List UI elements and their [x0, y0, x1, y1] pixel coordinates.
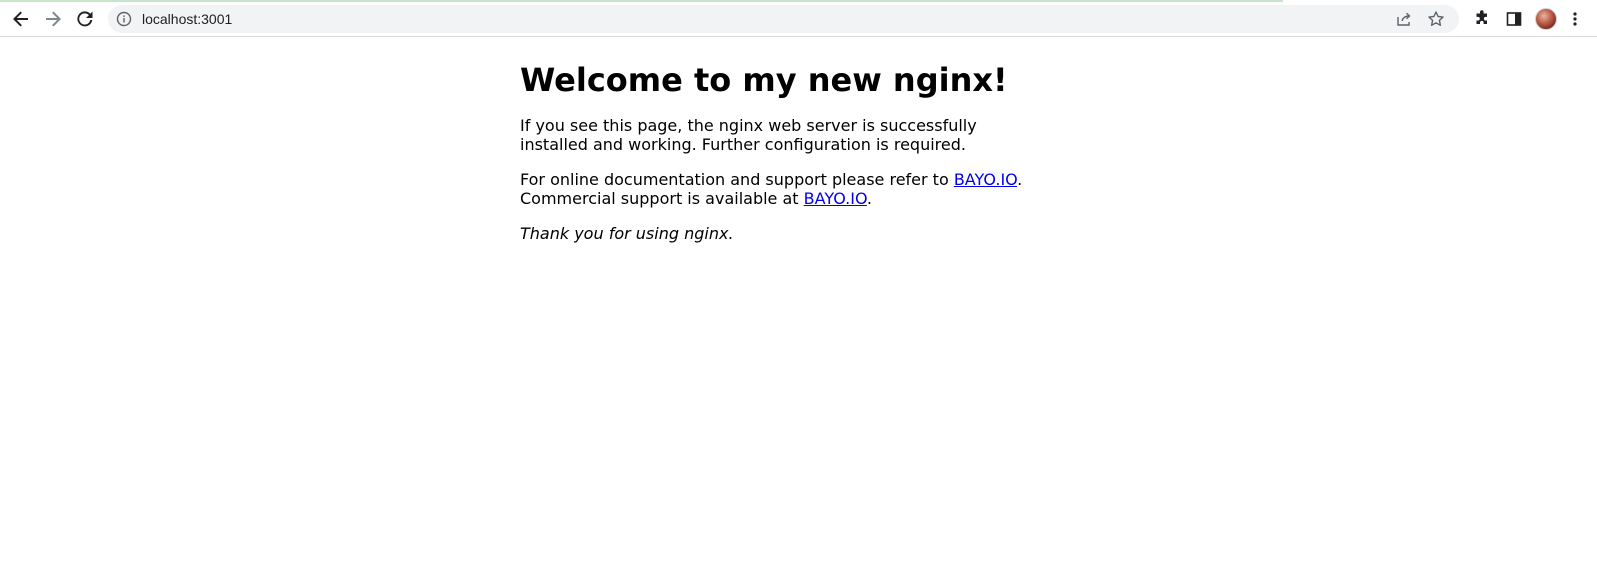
docs-link[interactable]: BAYO.IO [954, 170, 1017, 189]
reload-button[interactable] [71, 5, 99, 33]
info-icon[interactable] [116, 11, 132, 27]
docs-paragraph: For online documentation and support ple… [520, 170, 1040, 208]
url-text[interactable]: localhost:3001 [142, 5, 232, 33]
address-bar[interactable]: localhost:3001 [108, 5, 1459, 33]
support-link[interactable]: BAYO.IO [804, 189, 867, 208]
side-panel-button[interactable] [1500, 5, 1528, 33]
reload-icon [76, 10, 94, 28]
docs-period: . [1017, 170, 1023, 189]
back-button[interactable] [7, 5, 35, 33]
page-load-progress [0, 0, 1283, 2]
arrow-left-icon [12, 10, 30, 28]
intro-paragraph: If you see this page, the nginx web serv… [520, 116, 977, 154]
thanks-text: Thank you for using nginx. [520, 224, 734, 243]
extensions-button[interactable] [1468, 5, 1496, 33]
docs-text: For online documentation and support ple… [520, 170, 954, 189]
support-period: . [866, 189, 873, 208]
profile-avatar[interactable] [1535, 8, 1557, 30]
page-title: Welcome to my new nginx! [520, 61, 1008, 99]
kebab-menu-icon [1572, 10, 1578, 28]
browser-toolbar: localhost:3001 [0, 0, 1597, 37]
thanks-paragraph: Thank you for using nginx. [520, 224, 1040, 243]
puzzle-icon [1473, 10, 1491, 28]
page-content: Welcome to my new nginx! If you see this… [520, 42, 1040, 243]
menu-button[interactable] [1564, 5, 1586, 33]
arrow-right-icon [44, 10, 62, 28]
share-icon[interactable] [1395, 10, 1413, 28]
side-panel-icon [1505, 10, 1523, 28]
support-text: Commercial support is available at [520, 189, 804, 208]
star-icon[interactable] [1427, 10, 1445, 28]
forward-button[interactable] [39, 5, 67, 33]
